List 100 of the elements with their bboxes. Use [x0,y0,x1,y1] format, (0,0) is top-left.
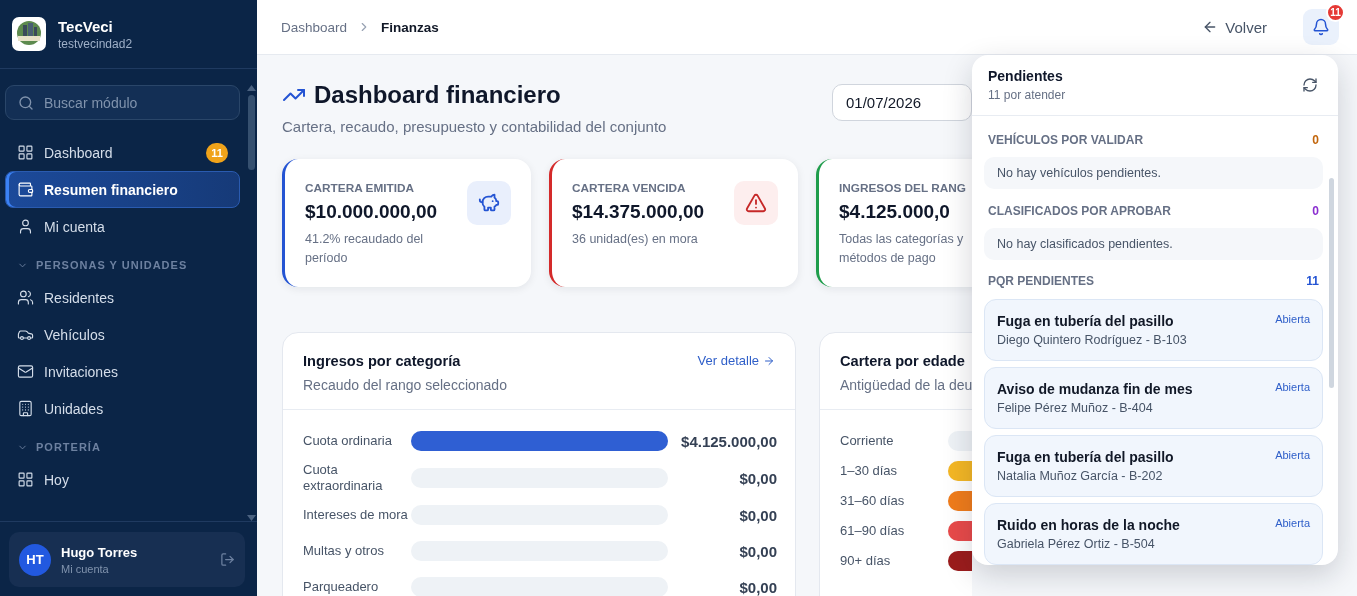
section-count: 0 [1312,132,1319,147]
empty-message: No hay vehículos pendientes. [984,157,1323,189]
item-title: Fuga en tubería del pasillo [997,449,1174,465]
item-title: Fuga en tubería del pasillo [997,313,1175,329]
tenant-name: testvecindad2 [58,36,133,51]
amount: $0,00 [738,469,777,487]
category-label: Parqueadero [303,579,380,595]
amount: $0,00 [738,542,777,560]
kpi-value: $14.375.000,00 [572,201,706,223]
kpi-note: 36 unidad(es) en mora [572,231,699,248]
nav-icon [17,471,34,488]
aging-label: Corriente [840,433,895,449]
nav-icon [17,289,34,306]
aging-label: 90+ días [840,553,892,569]
status-label: Abierta [1275,517,1310,531]
item-detail: Felipe Pérez Muñoz - B-404 [997,401,1154,415]
status-label: Abierta [1275,381,1310,395]
category-label: Cuota extraordinaria [303,462,384,494]
nav-item[interactable]: Dashboard 11 [5,134,240,171]
user-card[interactable]: HT Hugo Torres Mi cuenta [9,532,245,587]
nav-item[interactable]: Invitaciones [5,353,240,390]
search-field[interactable]: Buscar módulo [5,85,240,120]
category-label: Cuota ordinaria [303,433,393,449]
nav-item[interactable]: Unidades [5,390,240,427]
kpi-label: INGRESOS DEL RANG [839,181,967,195]
card-title: Cartera por edade [840,353,966,369]
user-name: Hugo Torres [61,544,139,560]
scroll-down-icon[interactable] [246,515,256,521]
section-title: CLASIFICADOS POR APROBAR [988,203,1171,218]
kpi-label: CARTERA EMITIDA [305,181,415,195]
page-title: Dashboard financiero [314,81,561,109]
nav-icon [17,181,34,198]
section-count: 11 [1306,274,1319,289]
detail-link[interactable]: Ver detalle [697,353,775,368]
breadcrumb-item[interactable]: Dashboard [281,19,348,35]
dropdown-title: Pendientes [988,68,1064,84]
item-title: Aviso de mudanza fin de mes [997,381,1193,397]
avatar: HT [19,543,51,576]
card-subtitle: Antigüedad de la deu [840,377,972,393]
bell-icon [1312,18,1330,36]
notification-badge: 11 [1326,3,1345,22]
kpi-note: Todas las categorías y métodos de pago [839,231,965,267]
card-title: Ingresos por categoría [303,353,462,369]
kpi-note: 41.2% recaudado del período [305,231,425,267]
piggy-bank-icon [467,181,511,225]
section-count: 0 [1312,203,1319,218]
kpi-label: CARTERA VENCIDA [572,181,687,195]
nav-icon [17,363,34,380]
page-subtitle: Cartera, recaudo, presupuesto y contabilidad del conjunto [282,118,667,135]
pqr-item[interactable]: Ruido en horas de la noche Gabriela Pérez Ortiz - B-504 Abierta [984,503,1323,565]
refresh-button[interactable] [1300,75,1320,95]
section-title: VEHÍCULOS POR VALIDAR [988,132,1144,147]
item-detail: Natalia Muñoz García - B-202 [997,469,1164,483]
logo-icon [12,17,46,51]
nav-icon [17,218,34,235]
amount: $0,00 [738,578,777,596]
aging-label: 61–90 días [840,523,906,539]
card-subtitle: Recaudo del rango seleccionado [303,377,507,393]
nav-item[interactable]: Mi cuenta [5,208,240,245]
nav-icon [17,400,34,417]
scrollbar-thumb[interactable] [247,95,255,170]
aging-label: 1–30 días [840,463,899,479]
logout-icon[interactable] [220,552,235,567]
scroll-up-icon[interactable] [246,85,256,91]
empty-message: No hay clasificados pendientes. [984,228,1323,260]
back-button[interactable]: Volver [1196,12,1273,42]
pqr-item[interactable]: Fuga en tubería del pasillo Natalia Muñoz García - B-202 Abierta [984,435,1323,497]
amount: $4.125.000,00 [680,432,777,450]
status-label: Abierta [1275,449,1310,463]
nav-item[interactable]: Vehículos [5,316,240,353]
item-title: Ruido en horas de la noche [997,517,1180,533]
search-input[interactable]: Buscar módulo [42,93,227,112]
section-label[interactable]: PERSONAS Y UNIDADES [36,259,188,271]
scrollbar[interactable] [1329,178,1334,388]
brand-name: TecVeci [58,17,114,35]
nav-item[interactable]: Residentes [5,279,240,316]
nav-icon [17,144,34,161]
arrow-right-icon [763,354,775,367]
category-label: Multas y otros [303,543,385,559]
user-role: Mi cuenta [61,562,110,575]
count-badge: 11 [206,142,228,163]
breadcrumb-item[interactable]: Finanzas [381,19,439,35]
section-title: PQR PENDIENTES [988,274,1095,289]
date-field[interactable]: 01/07/2026 [832,84,972,121]
aging-label: 31–60 días [840,493,906,509]
kpi-value: $10.000.000,00 [305,201,439,223]
category-label: Intereses de mora [303,507,409,523]
dropdown-subtitle: 11 por atender [988,88,1066,102]
item-detail: Gabriela Pérez Ortiz - B-504 [997,537,1156,551]
warning-icon [734,181,778,225]
nav-item[interactable]: Resumen financiero [5,171,240,208]
pqr-item[interactable]: Aviso de mudanza fin de mes Felipe Pérez Muñoz - B-404 Abierta [984,367,1323,429]
amount: $0,00 [738,506,777,524]
item-detail: Diego Quintero Rodríguez - B-103 [997,333,1187,347]
search-icon [18,94,34,111]
section-label[interactable]: PORTERÍA [36,441,101,453]
nav-item[interactable]: Hoy [5,461,240,498]
pqr-item[interactable]: Fuga en tubería del pasillo Diego Quintero Rodríguez - B-103 Abierta [984,299,1323,361]
kpi-value: $4.125.000,0 [839,201,951,223]
status-label: Abierta [1275,313,1310,327]
